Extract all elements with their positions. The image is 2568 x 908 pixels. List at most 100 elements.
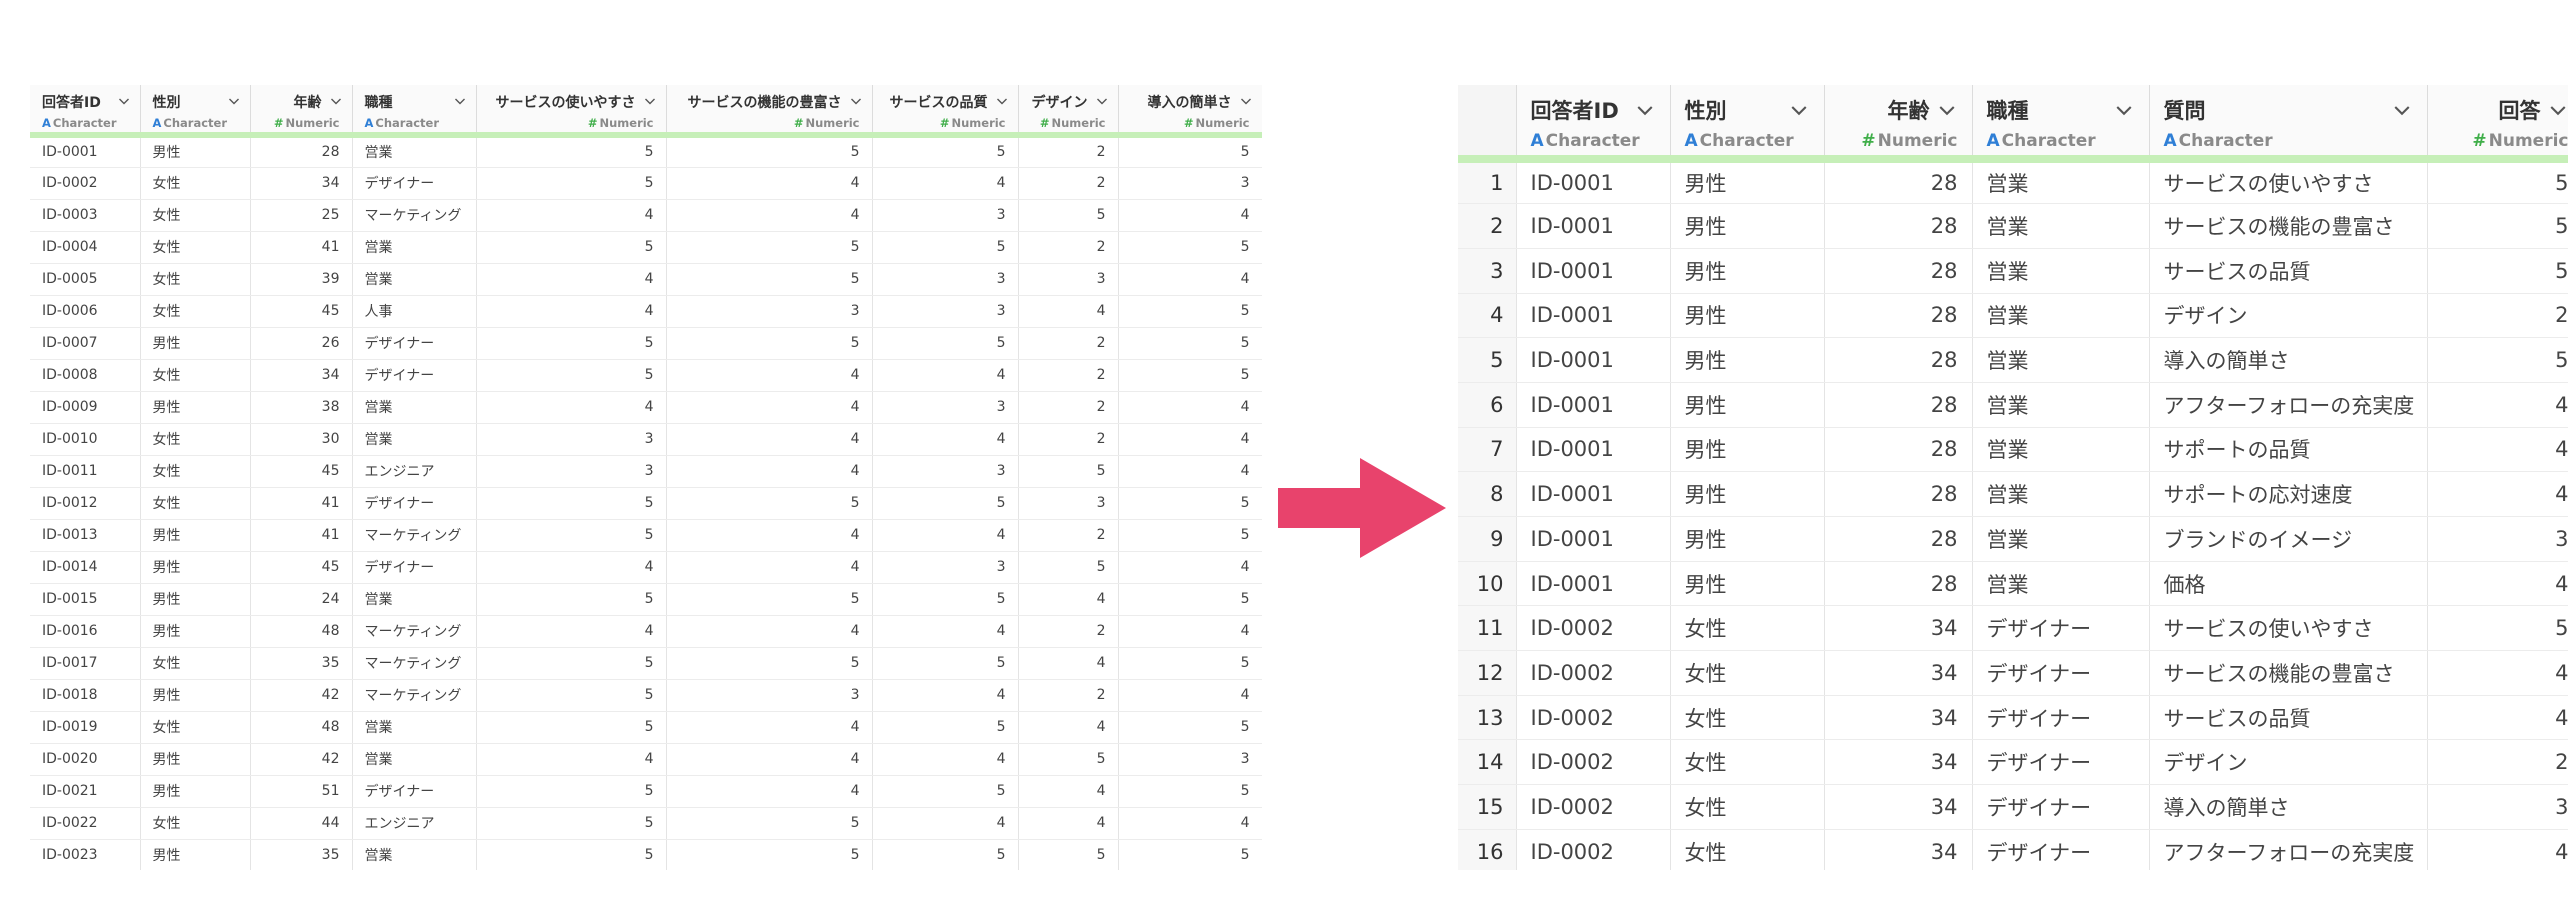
column-header[interactable]: デザイン # Numeric [1018,85,1119,138]
table-cell[interactable]: 34 [1824,739,1973,786]
table-cell[interactable]: 女性 [140,263,251,296]
table-cell[interactable]: 女性 [140,711,251,744]
table-row[interactable]: 3 ID-0001 男性 28 営業 サービスの品質 5 [1458,248,2568,294]
table-cell[interactable]: 4 [872,423,1019,456]
table-cell[interactable]: 5 [1118,487,1262,520]
table-cell[interactable]: 4 [872,359,1019,392]
table-cell[interactable]: 4 [666,423,873,456]
table-cell[interactable]: 42 [250,679,353,712]
table-cell[interactable]: 5 [1018,455,1119,488]
table-cell[interactable]: ID-0018 [30,679,141,712]
table-cell[interactable]: 28 [250,135,353,168]
table-cell[interactable]: 35 [250,839,353,870]
table-cell[interactable]: 5 [872,487,1019,520]
table-row[interactable]: ID-0010 女性 30 営業 3 4 4 2 4 [30,423,1262,456]
table-row[interactable]: ID-0018 男性 42 マーケティング 5 3 4 2 4 [30,679,1262,712]
chevron-down-icon[interactable] [118,95,130,107]
table-row[interactable]: ID-0019 女性 48 営業 5 4 5 4 5 [30,711,1262,744]
table-cell[interactable]: 5 [1018,743,1119,776]
table-cell[interactable]: 34 [250,167,353,200]
table-cell[interactable]: 5 [1118,775,1262,808]
table-cell[interactable]: ID-0004 [30,231,141,264]
table-cell[interactable]: 4 [476,199,667,232]
table-cell[interactable]: 男性 [1670,471,1825,517]
table-cell[interactable]: 28 [1824,159,1973,205]
table-row[interactable]: ID-0023 男性 35 営業 5 5 5 5 5 [30,839,1262,870]
table-cell[interactable]: ID-0001 [1516,561,1671,607]
table-row[interactable]: ID-0007 男性 26 デザイナー 5 5 5 2 5 [30,327,1262,360]
table-cell[interactable]: 4 [1018,711,1119,744]
table-cell[interactable]: 5 [476,775,667,808]
table-cell[interactable]: ID-0001 [1516,203,1671,249]
table-cell[interactable]: 男性 [1670,248,1825,294]
table-cell[interactable]: 2 [1018,231,1119,264]
table-cell[interactable]: ID-0002 [1516,650,1671,696]
table-cell[interactable]: ID-0001 [1516,516,1671,562]
table-cell[interactable]: 4 [666,711,873,744]
table-cell[interactable]: サービスの機能の豊富さ [2149,203,2428,249]
table-cell[interactable]: 男性 [1670,516,1825,562]
table-cell[interactable]: 営業 [1972,561,2150,607]
table-cell[interactable]: 男性 [1670,159,1825,205]
table-cell[interactable]: 4 [872,679,1019,712]
table-cell[interactable]: デザイン [2149,293,2428,339]
table-row[interactable]: 16 ID-0002 女性 34 デザイナー アフターフォローの充実度 4 [1458,829,2568,870]
table-cell[interactable]: 41 [250,519,353,552]
table-cell[interactable]: 4 [2427,427,2568,473]
table-row[interactable]: ID-0017 女性 35 マーケティング 5 5 5 4 5 [30,647,1262,680]
table-cell[interactable]: 4 [872,743,1019,776]
table-cell[interactable]: 5 [476,359,667,392]
table-cell[interactable]: 女性 [1670,605,1825,652]
table-cell[interactable]: 3 [2427,516,2568,562]
table-cell[interactable]: ID-0001 [1516,248,1671,294]
table-cell[interactable]: ID-0001 [30,135,141,168]
table-cell[interactable]: 38 [250,391,353,424]
table-cell[interactable]: 男性 [140,327,251,360]
table-cell[interactable]: デザイナー [352,359,477,392]
table-cell[interactable]: 女性 [140,487,251,520]
chevron-down-icon[interactable] [454,95,466,107]
table-cell[interactable]: 5 [1018,839,1119,870]
table-cell[interactable]: 5 [872,327,1019,360]
table-cell[interactable]: ID-0001 [1516,337,1671,383]
table-cell[interactable]: 男性 [140,615,251,648]
table-row[interactable]: 5 ID-0001 男性 28 営業 導入の簡単さ 5 [1458,337,2568,383]
table-cell[interactable]: 41 [250,231,353,264]
table-row[interactable]: 14 ID-0002 女性 34 デザイナー デザイン 2 [1458,739,2568,786]
table-cell[interactable]: 4 [2427,695,2568,741]
table-cell[interactable]: 営業 [352,391,477,424]
table-cell[interactable]: 男性 [140,551,251,584]
table-cell[interactable]: 女性 [1670,784,1825,830]
table-cell[interactable]: 2 [2427,293,2568,339]
table-cell[interactable]: 5 [1118,327,1262,360]
table-cell[interactable]: 5 [1018,199,1119,232]
table-cell[interactable]: 4 [1118,263,1262,296]
table-cell[interactable]: マーケティング [352,199,477,232]
table-cell[interactable]: デザイナー [1972,695,2150,741]
table-cell[interactable]: 4 [666,743,873,776]
chevron-down-icon[interactable] [1096,95,1108,107]
table-cell[interactable]: 営業 [1972,427,2150,473]
table-cell[interactable]: 4 [666,775,873,808]
table-row[interactable]: ID-0013 男性 41 マーケティング 5 4 4 2 5 [30,519,1262,552]
table-cell[interactable]: 営業 [352,743,477,776]
table-cell[interactable]: 2 [1018,359,1119,392]
table-cell[interactable]: 5 [476,231,667,264]
table-cell[interactable]: 48 [250,615,353,648]
table-row[interactable]: 11 ID-0002 女性 34 デザイナー サービスの使いやすさ 5 [1458,605,2568,652]
table-cell[interactable]: 44 [250,807,353,840]
table-cell[interactable]: 4 [666,519,873,552]
table-cell[interactable]: 営業 [1972,203,2150,249]
table-cell[interactable]: 女性 [1670,650,1825,696]
table-cell[interactable]: 28 [1824,203,1973,249]
table-cell[interactable]: 3 [666,679,873,712]
table-cell[interactable]: 5 [666,135,873,168]
table-cell[interactable]: 25 [250,199,353,232]
table-cell[interactable]: 28 [1824,337,1973,383]
table-cell[interactable]: 男性 [140,135,251,168]
table-cell[interactable]: ID-0002 [1516,605,1671,652]
table-cell[interactable]: 28 [1824,427,1973,473]
chevron-down-icon[interactable] [644,95,656,107]
table-cell[interactable]: 5 [2427,337,2568,383]
table-cell[interactable]: 4 [1018,295,1119,328]
